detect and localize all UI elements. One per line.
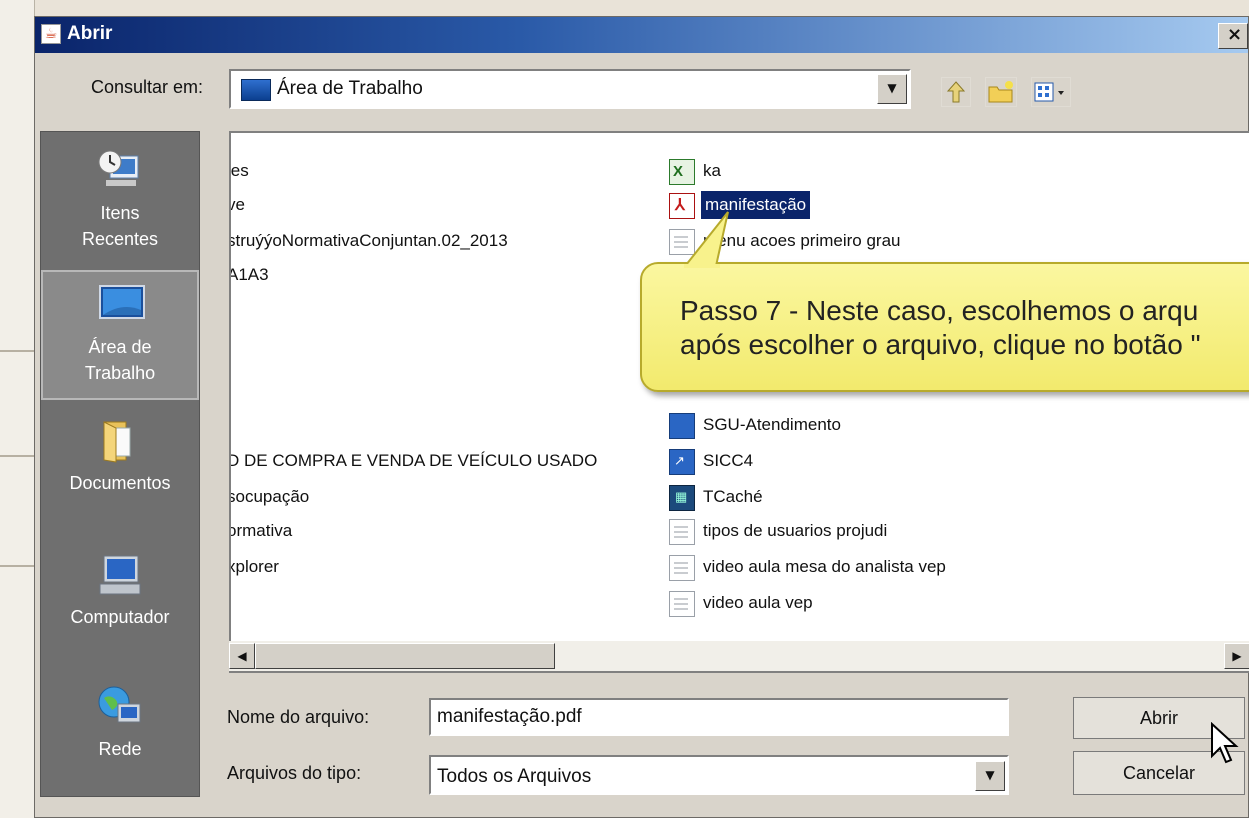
callout-line-1: Passo 7 - Neste caso, escolhemos o arqu	[680, 295, 1199, 326]
scroll-right-arrow-icon[interactable]: ▶	[1224, 643, 1249, 669]
view-menu-icon[interactable]	[1031, 77, 1071, 107]
java-app-icon: ☕	[41, 24, 61, 44]
file-name: ka	[703, 161, 721, 180]
look-in-label: Consultar em:	[91, 77, 204, 97]
file-name: SGU-Atendimento	[703, 415, 841, 434]
file-name: tipos de usuarios projudi	[703, 521, 888, 540]
filename-label: Nome do arquivo:	[227, 707, 370, 727]
place-desktop[interactable]: Área de Trabalho	[41, 270, 199, 400]
file-name: manifestação	[701, 191, 811, 219]
list-item[interactable]: A1A3	[229, 261, 269, 289]
place-label-line1: Documentos	[69, 473, 171, 493]
file-name: menu acoes primeiro grau	[703, 231, 901, 250]
place-recent-items[interactable]: Itens Recentes	[41, 138, 199, 268]
look-in-dropdown-arrow[interactable]: ▼	[877, 74, 907, 104]
background-divider	[0, 565, 34, 567]
desktop-small-icon	[241, 79, 271, 101]
dialog-title: Abrir	[67, 23, 113, 44]
text-file-icon	[669, 519, 695, 545]
scroll-left-arrow-icon[interactable]: ◀	[229, 643, 255, 669]
place-label-line1: Itens	[100, 203, 140, 223]
background-divider	[0, 455, 34, 457]
file-name: video aula vep	[703, 593, 813, 612]
list-item[interactable]: xplorer	[229, 553, 279, 581]
text-file-icon	[669, 591, 695, 617]
file-name: video aula mesa do analista vep	[703, 557, 946, 576]
shortcut-icon: ↗	[669, 449, 695, 475]
list-item[interactable]: D DE COMPRA E VENDA DE VEÍCULO USADO	[229, 447, 598, 475]
close-button[interactable]: ×	[1218, 23, 1248, 49]
up-folder-icon[interactable]	[941, 77, 971, 107]
place-label-line2: Trabalho	[84, 363, 156, 383]
list-item[interactable]: socupação	[229, 483, 310, 511]
open-file-dialog: ☕ Abrir × Consultar em: Área de Trabalho…	[34, 16, 1249, 818]
file-name: TCaché	[703, 487, 763, 506]
scrollbar-thumb[interactable]	[255, 643, 555, 669]
callout-text: Passo 7 - Neste caso, escolhemos o arqu …	[680, 294, 1201, 362]
shortcut-icon	[669, 413, 695, 439]
background-window-edge	[0, 0, 35, 818]
new-folder-icon[interactable]	[985, 77, 1017, 107]
file-name: struýýoNormativaConjuntan.02_2013	[229, 231, 508, 250]
title-bar: ☕ Abrir ×	[35, 17, 1248, 53]
file-name: ve	[231, 195, 245, 214]
list-item[interactable]: ormativa	[229, 517, 293, 545]
file-name: ormativa	[229, 521, 293, 540]
callout-line-2: após escolher o arquivo, clique no botão…	[680, 329, 1201, 360]
pdf-icon: ⅄	[669, 193, 695, 219]
place-computer[interactable]: Computador	[41, 542, 199, 672]
computer-icon	[96, 552, 144, 598]
file-name: D DE COMPRA E VENDA DE VEÍCULO USADO	[229, 451, 598, 470]
file-name: A1A3	[229, 265, 269, 284]
app-icon: ▦	[669, 485, 695, 511]
file-name: xplorer	[229, 557, 279, 576]
text-file-icon	[669, 229, 695, 255]
place-documents[interactable]: Documentos	[41, 408, 199, 538]
look-in-value: Área de Trabalho	[277, 78, 423, 99]
horizontal-scrollbar[interactable]: ◀ ▶	[229, 641, 1249, 671]
place-label-line2: Recentes	[81, 229, 159, 249]
place-network[interactable]: Rede	[41, 674, 199, 804]
filetype-dropdown-arrow[interactable]: ▼	[975, 761, 1005, 791]
desktop-icon	[98, 282, 146, 328]
recent-items-icon	[96, 148, 144, 194]
filetype-value: Todos os Arquivos	[437, 766, 592, 787]
list-item[interactable]: struýýoNormativaConjuntan.02_2013	[229, 227, 508, 255]
place-label-line1: Rede	[98, 739, 142, 759]
filetype-label: Arquivos do tipo:	[227, 763, 362, 783]
background-divider	[0, 350, 34, 352]
place-label-line1: Computador	[70, 607, 170, 627]
file-name: les	[229, 161, 249, 180]
filename-input[interactable]: manifestação.pdf	[429, 698, 1009, 736]
look-in-combo[interactable]: Área de Trabalho ▼	[229, 69, 911, 109]
filetype-combo[interactable]: Todos os Arquivos ▼	[429, 755, 1009, 795]
list-item[interactable]: ve	[231, 191, 245, 219]
filename-value: manifestação.pdf	[437, 706, 582, 727]
network-icon	[96, 684, 144, 730]
text-file-icon	[669, 555, 695, 581]
mouse-cursor-icon	[1211, 722, 1239, 764]
documents-icon	[96, 418, 144, 464]
file-name: SICC4	[703, 451, 754, 470]
place-label-line1: Área de	[88, 337, 152, 357]
file-list[interactable]: les ve struýýoNormativaConjuntan.02_2013…	[229, 131, 1249, 673]
file-name: socupação	[229, 487, 310, 506]
list-item[interactable]: les	[229, 157, 249, 185]
excel-icon: X	[669, 159, 695, 185]
places-bar: Itens Recentes Área de Trabalho Documentos…	[40, 131, 200, 797]
